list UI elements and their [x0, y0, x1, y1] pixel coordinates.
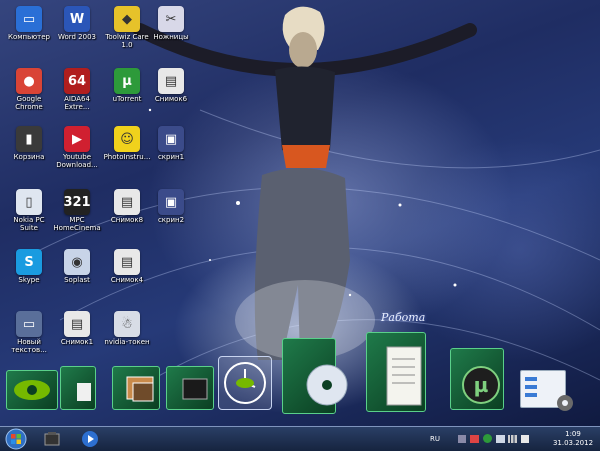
desktop-icon[interactable]: ▤ Снимок6 [142, 66, 200, 120]
desktop-icon[interactable]: ▤ Снимок4 [98, 247, 156, 301]
scissors-icon: ✂ [158, 6, 184, 32]
clock[interactable]: 1:09 31.03.2012 [548, 427, 598, 451]
explorer-icon[interactable] [40, 429, 64, 449]
tray-icons [458, 427, 548, 451]
desktop-icon-label: скрин2 [157, 216, 185, 224]
clock-icon[interactable] [218, 356, 272, 410]
network-icon[interactable] [458, 435, 466, 443]
desktop: ▭ Компьютер W Word 2003 ◆ Toolwiz Care 1.0 ✂ Но… [0, 0, 600, 426]
image-file-icon: ▣ [158, 126, 184, 152]
desktop-icon-label: скрин1 [157, 153, 185, 161]
skype-icon: S [16, 249, 42, 275]
language-indicator[interactable]: RU [430, 427, 444, 451]
photoinstrument-icon: ☺ [114, 126, 140, 152]
volume-icon[interactable] [496, 435, 505, 443]
youtube-downloader-icon: ▶ [64, 126, 90, 152]
image-file-icon: ▣ [158, 189, 184, 215]
wallpaper-signature: Работа [381, 311, 426, 324]
chrome-icon: ● [16, 68, 42, 94]
green-folder-icon[interactable] [60, 366, 96, 410]
desktop-icon[interactable]: ▣ скрин1 [142, 124, 200, 178]
aida64-icon: 64 [64, 68, 90, 94]
photos-folder-icon[interactable] [112, 366, 160, 410]
nvidia-robot-icon: ☃ [114, 311, 140, 337]
desktop-icon[interactable]: ✂ Ножницы [142, 4, 200, 58]
dock: µ [0, 332, 600, 426]
text-file-icon: ▭ [16, 311, 42, 337]
clock-time: 1:09 [565, 430, 581, 438]
desktop-icon-label: Снимок4 [110, 276, 144, 284]
disc-folder-icon[interactable] [282, 338, 348, 414]
screenshot-icon: ▤ [158, 68, 184, 94]
shield-icon: ◆ [114, 6, 140, 32]
signal-icon[interactable] [508, 435, 517, 443]
display-icon[interactable] [470, 435, 479, 443]
desktop-icon-label: Снимок6 [154, 95, 188, 103]
screenshot-icon: ▤ [114, 249, 140, 275]
desktop-icon[interactable]: ▣ скрин2 [142, 187, 200, 241]
sopcast-icon: ◉ [64, 249, 90, 275]
utorrent-icon: µ [114, 68, 140, 94]
clock-date: 31.03.2012 [552, 439, 594, 447]
flag-icon[interactable] [521, 435, 529, 443]
nokia-suite-icon: ▯ [16, 189, 42, 215]
taskbar: RU 1:09 31.03.2012 [0, 426, 600, 451]
media-player-icon[interactable] [78, 429, 102, 449]
screenshot-icon: ▤ [114, 189, 140, 215]
svg-text:µ: µ [474, 373, 489, 397]
desktop-icon-label: Ножницы [153, 33, 189, 41]
nvidia-folder-icon[interactable] [6, 370, 58, 410]
screenshot-icon: ▤ [64, 311, 90, 337]
utorrent-tray-icon[interactable] [483, 434, 492, 443]
word-icon: W [64, 6, 90, 32]
recycle-bin-icon: ▮ [16, 126, 42, 152]
documents-folder-icon[interactable] [366, 332, 426, 412]
computer-icon: ▭ [16, 6, 42, 32]
utorrent-dock-icon[interactable]: µ [450, 348, 504, 410]
settings-window-icon[interactable] [520, 370, 573, 411]
video-folder-icon[interactable] [166, 366, 214, 410]
windows-start-icon[interactable] [4, 428, 28, 450]
mpc-icon: 321 [63, 189, 91, 215]
